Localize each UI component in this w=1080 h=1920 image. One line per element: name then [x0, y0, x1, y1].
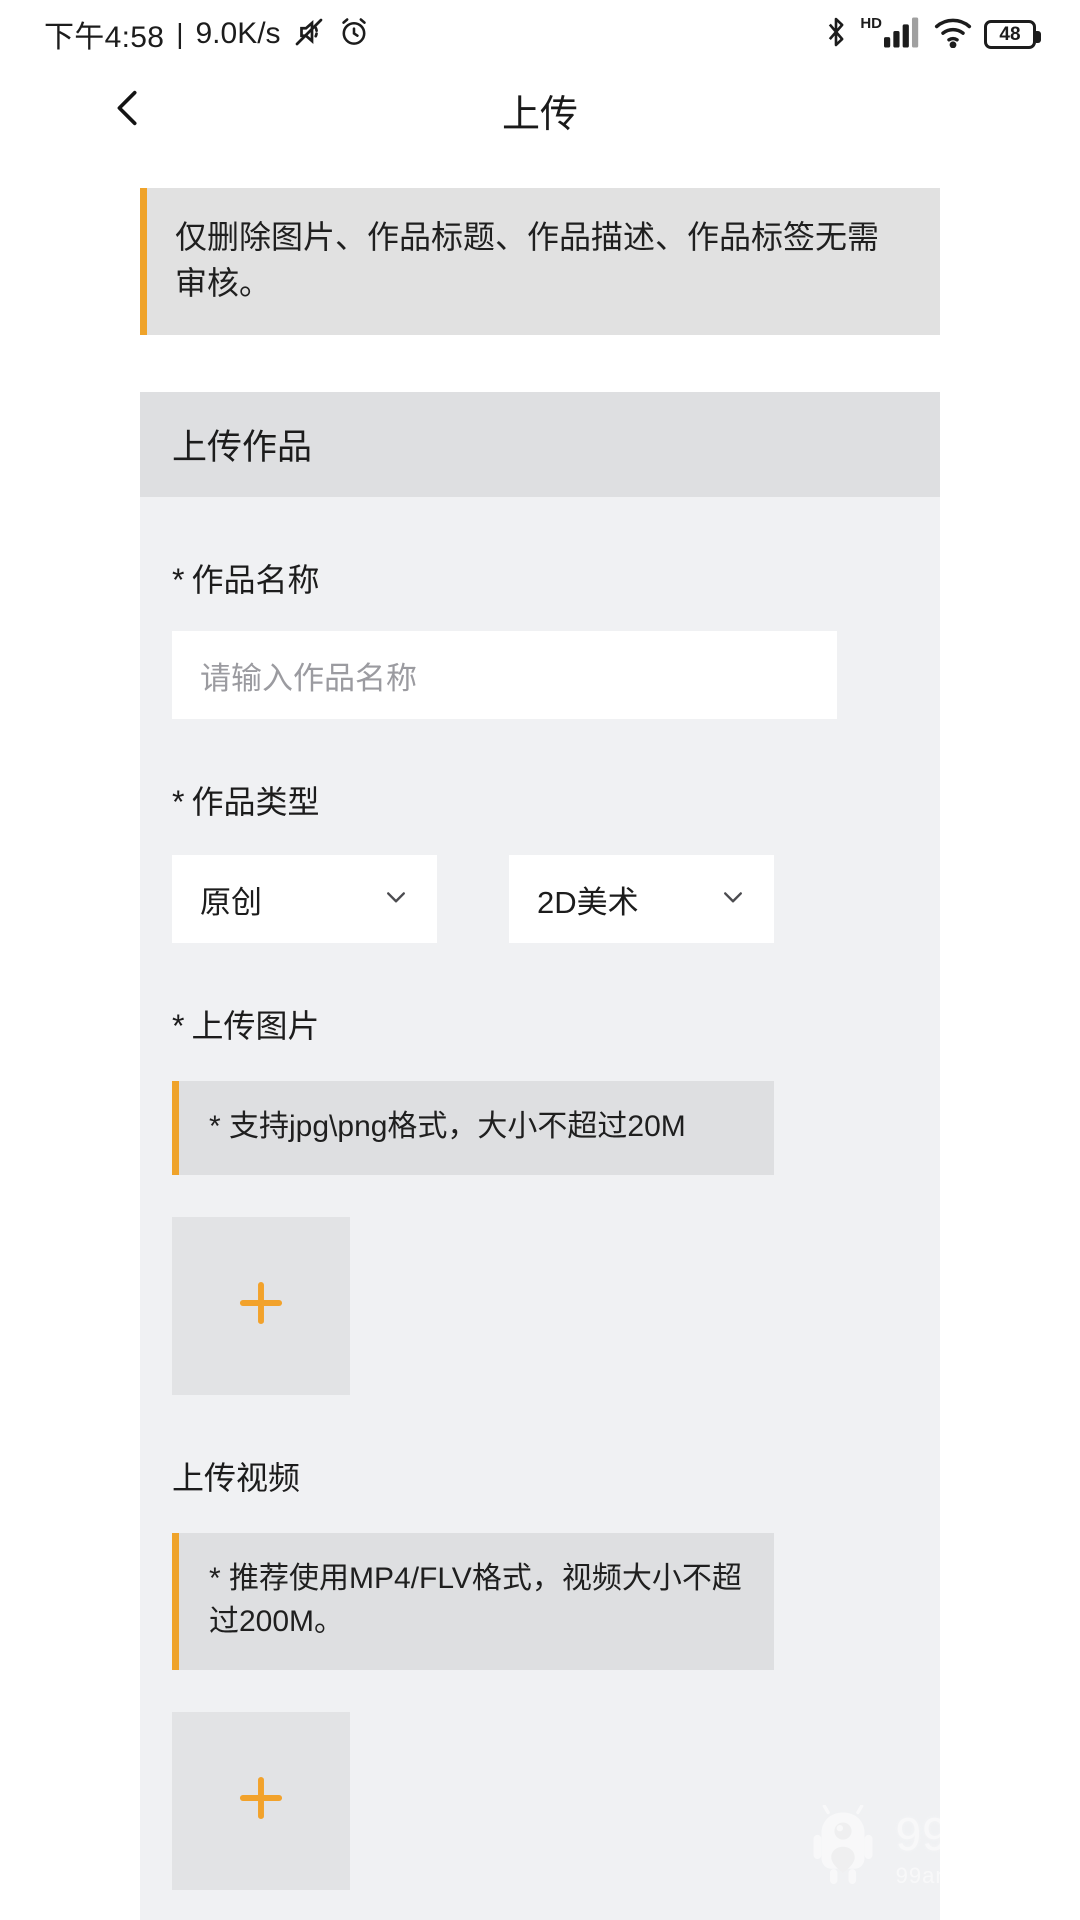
upload-video-label: 上传视频: [172, 1395, 908, 1499]
work-name-placeholder: 请输入作品名称: [200, 660, 417, 696]
battery-icon: 48: [984, 19, 1041, 49]
upload-image-label: * 上传图片: [172, 943, 908, 1047]
upload-form-card: 上传作品 * 作品名称 请输入作品名称 * 作品类型 原创 2D美术 * 上传图…: [140, 392, 940, 1920]
status-bar-right: HD 48: [823, 15, 1041, 54]
battery-level: 48: [999, 23, 1021, 45]
watermark-text: 99安卓 99anzhuo.com: [896, 1811, 1052, 1887]
mute-icon: [291, 14, 327, 55]
required-star: *: [172, 562, 185, 598]
upload-video-label-text: 上传视频: [172, 1459, 301, 1496]
notice-banner: 仅删除图片、作品标题、作品描述、作品标签无需审核。: [140, 188, 940, 335]
add-image-button[interactable]: [172, 1216, 350, 1395]
chevron-down-icon: [716, 880, 750, 919]
hd-signal-group: HD: [860, 16, 922, 53]
work-type-selects: 原创 2D美术: [172, 855, 908, 943]
card-header: 上传作品: [140, 392, 940, 497]
select-origin-value: 原创: [200, 884, 262, 920]
select-origin-type[interactable]: 原创: [172, 855, 437, 943]
work-name-label-text: 作品名称: [191, 562, 320, 598]
required-star: *: [172, 784, 185, 820]
bluetooth-icon: [823, 15, 849, 54]
alarm-icon: [337, 15, 371, 54]
work-type-label-text: 作品类型: [191, 784, 320, 820]
back-button[interactable]: [96, 78, 160, 142]
status-bar-left: 下午4:58 | 9.0K/s: [44, 12, 371, 56]
work-name-label: * 作品名称: [172, 497, 908, 601]
navigation-bar: 上传: [0, 68, 1080, 152]
upload-image-label-text: 上传图片: [191, 1008, 320, 1044]
add-video-button[interactable]: [172, 1711, 350, 1890]
work-name-input[interactable]: 请输入作品名称: [172, 631, 837, 719]
status-separator: |: [176, 18, 184, 49]
plus-icon: [230, 1272, 292, 1339]
card-body: * 作品名称 请输入作品名称 * 作品类型 原创 2D美术 * 上传图片 * 支…: [140, 497, 940, 1890]
status-time: 下午4:58: [44, 21, 165, 54]
work-type-label: * 作品类型: [172, 719, 908, 823]
status-bar: 下午4:58 | 9.0K/s HD 48: [0, 0, 1080, 68]
chevron-down-icon: [379, 880, 413, 919]
plus-icon: [230, 1767, 292, 1834]
required-star: *: [172, 1008, 185, 1044]
signal-icon: [884, 16, 922, 53]
image-format-hint-text: * 支持jpg\png格式，大小不超过20M: [209, 1110, 686, 1143]
page-title: 上传: [501, 93, 578, 136]
image-format-hint: * 支持jpg\png格式，大小不超过20M: [172, 1081, 774, 1175]
notice-text: 仅删除图片、作品标题、作品描述、作品标签无需审核。: [175, 219, 880, 302]
watermark-domain: 99anzhuo.com: [895, 1862, 1052, 1888]
site-watermark: 99安卓 99anzhuo.com: [804, 1804, 1052, 1892]
video-format-hint: * 推荐使用MP4/FLV格式，视频大小不超过200M。: [172, 1532, 774, 1670]
video-format-hint-text: * 推荐使用MP4/FLV格式，视频大小不超过200M。: [209, 1561, 742, 1639]
status-network-speed: 9.0K/s: [195, 17, 281, 50]
page-content: 仅删除图片、作品标题、作品描述、作品标签无需审核。 上传作品 * 作品名称 请输入…: [0, 152, 1080, 1920]
phone-screen: 下午4:58 | 9.0K/s HD 48 上传 仅删除图片、作品标题、作品描述…: [0, 0, 1080, 1920]
android-robot-icon: [804, 1804, 882, 1892]
watermark-brand: 99安卓: [895, 1807, 1043, 1860]
hd-icon: HD: [860, 14, 882, 32]
card-header-title: 上传作品: [172, 428, 313, 467]
chevron-left-icon: [105, 85, 151, 136]
select-category-value: 2D美术: [537, 884, 639, 920]
select-category-type[interactable]: 2D美术: [509, 855, 774, 943]
wifi-icon: [933, 16, 973, 53]
